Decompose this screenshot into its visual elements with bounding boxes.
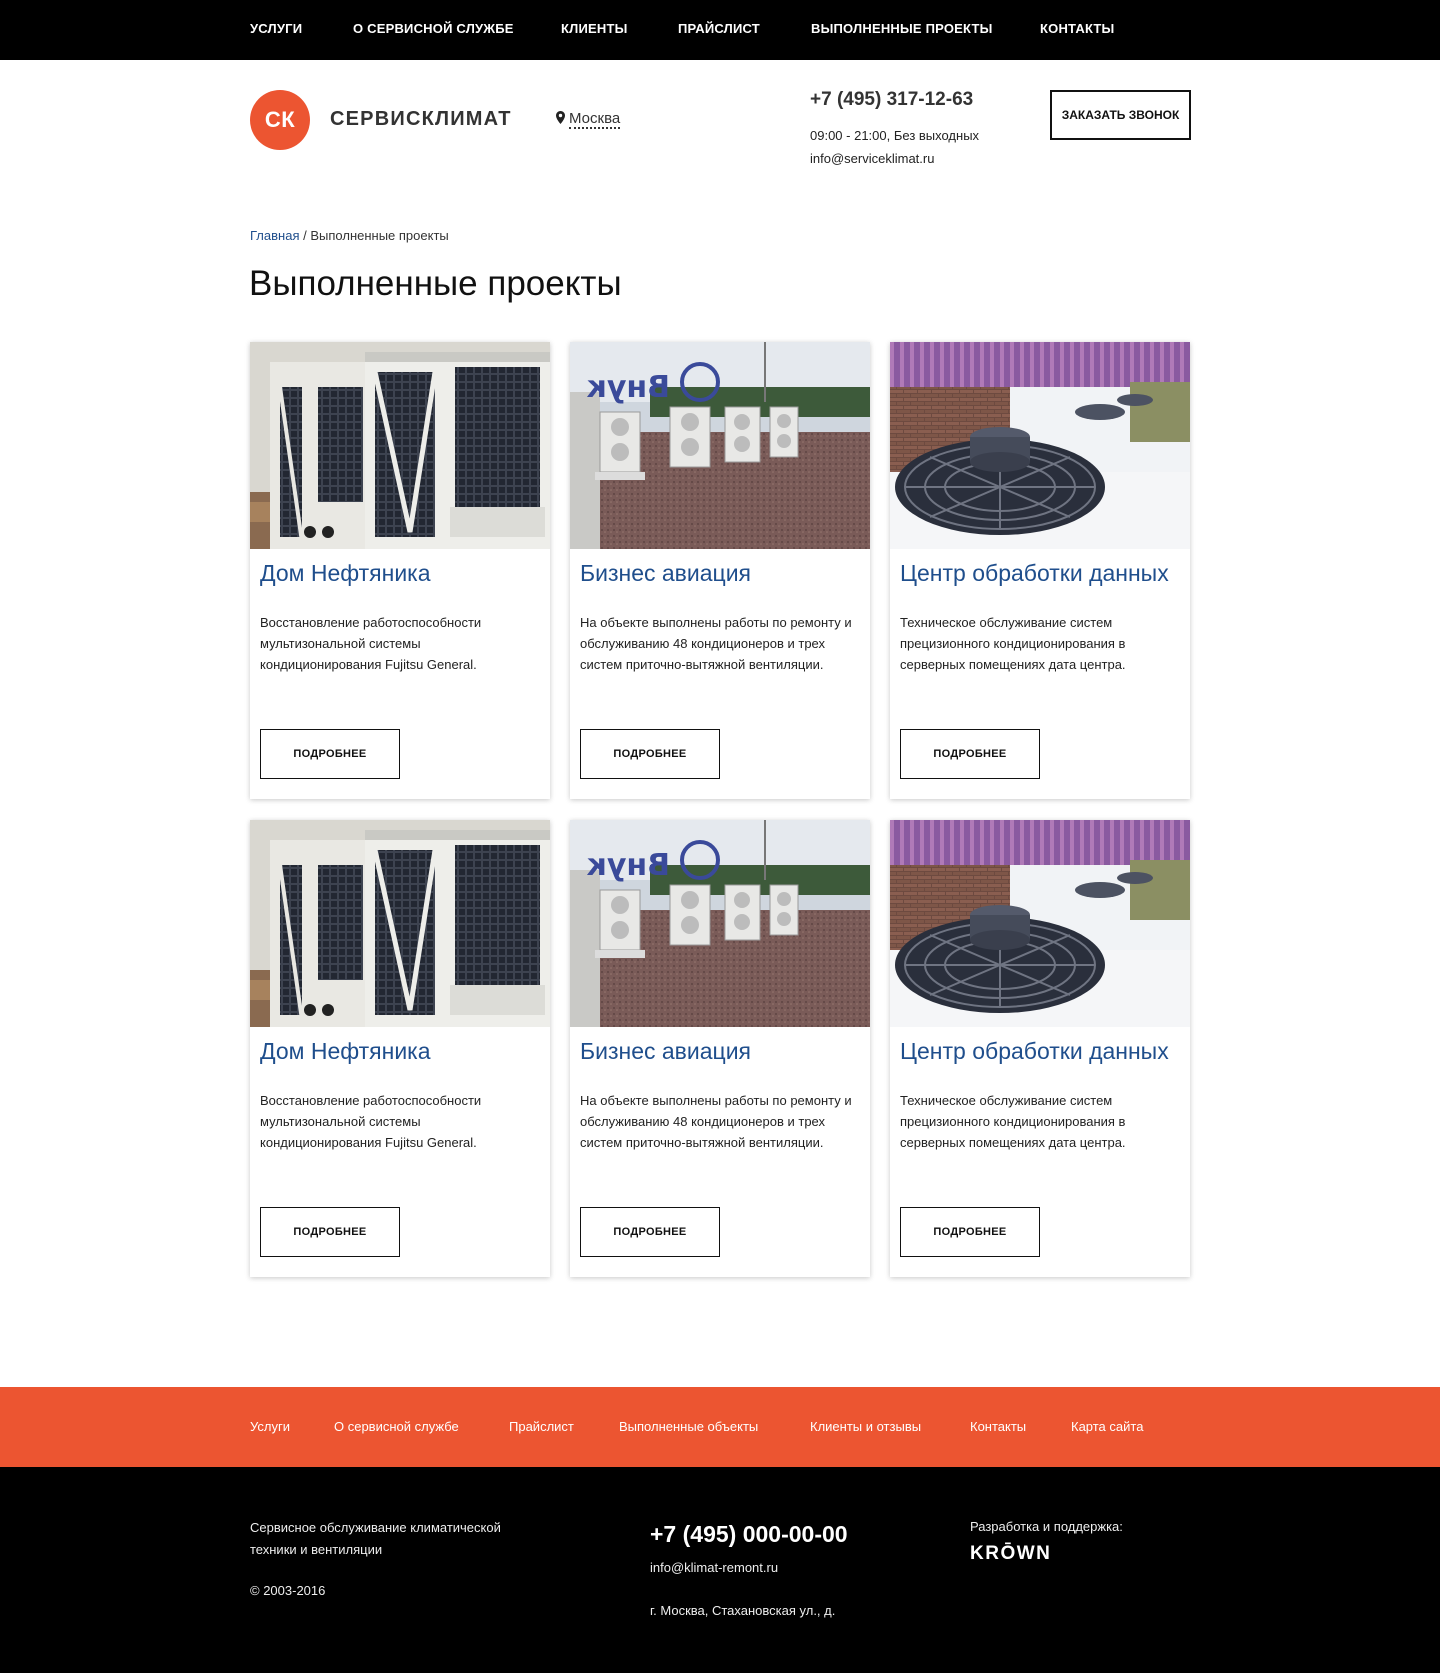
details-button[interactable]: ПОДРОБНЕЕ — [260, 729, 400, 779]
topnav-item-projects[interactable]: ВЫПОЛНЕННЫЕ ПРОЕКТЫ — [811, 21, 993, 36]
footer-link-clients[interactable]: Клиенты и отзывы — [810, 1419, 921, 1434]
details-button[interactable]: ПОДРОБНЕЕ — [900, 729, 1040, 779]
developer-logo[interactable]: KRŌWN — [970, 1543, 1051, 1565]
topnav-item-pricelist[interactable]: ПРАЙСЛИСТ — [678, 21, 760, 36]
project-description: На объекте выполнены работы по ремонту и… — [580, 1093, 852, 1150]
footer-link-pricelist[interactable]: Прайслист — [509, 1419, 574, 1434]
breadcrumb: Главная / Выполненные проекты — [250, 228, 449, 243]
project-description: На объекте выполнены работы по ремонту и… — [580, 615, 852, 672]
project-title[interactable]: Бизнес авиация — [580, 560, 751, 587]
breadcrumb-home-link[interactable]: Главная — [250, 228, 299, 243]
project-card: Центр обработки данных Техническое обслу… — [890, 820, 1190, 1277]
project-image[interactable] — [570, 820, 870, 1027]
project-title[interactable]: Дом Нефтяника — [260, 560, 431, 587]
breadcrumb-separator: / — [303, 228, 307, 243]
header-email[interactable]: info@serviceklimat.ru — [810, 151, 934, 166]
project-description: Восстановление работоспособности мультиз… — [260, 1093, 482, 1150]
working-hours: 09:00 - 21:00, Без выходных — [810, 128, 980, 143]
city-selector[interactable]: Москва — [556, 110, 621, 129]
footer-link-sitemap[interactable]: Карта сайта — [1071, 1419, 1143, 1434]
footer-phone[interactable]: +7 (495) 000-00-00 — [650, 1521, 848, 1548]
breadcrumb-current: Выполненные проекты — [310, 228, 449, 243]
project-title[interactable]: Центр обработки данных — [900, 560, 1169, 587]
details-button[interactable]: ПОДРОБНЕЕ — [260, 1207, 400, 1257]
map-pin-icon — [556, 111, 565, 128]
topnav-item-contacts[interactable]: КОНТАКТЫ — [1040, 21, 1114, 36]
footer-link-contacts[interactable]: Контакты — [970, 1419, 1026, 1434]
details-button[interactable]: ПОДРОБНЕЕ — [900, 1207, 1040, 1257]
project-image[interactable] — [890, 820, 1190, 1027]
page-title: Выполненные проекты — [249, 264, 622, 303]
footer-email[interactable]: info@klimat-remont.ru — [650, 1560, 778, 1575]
project-image[interactable] — [570, 342, 870, 549]
request-call-button[interactable]: ЗАКАЗАТЬ ЗВОНОК — [1050, 90, 1191, 140]
header-phone[interactable]: +7 (495) 317-12-63 — [810, 89, 973, 111]
project-card: Бизнес авиация На объекте выполнены рабо… — [570, 820, 870, 1277]
project-image[interactable] — [250, 342, 550, 549]
details-button[interactable]: ПОДРОБНЕЕ — [580, 729, 720, 779]
footer-copyright: © 2003-2016 — [250, 1583, 326, 1598]
project-card: Дом Нефтяника Восстановление работоспосо… — [250, 342, 550, 799]
topnav-item-clients[interactable]: КЛИЕНТЫ — [561, 21, 628, 36]
city-name[interactable]: Москва — [569, 110, 621, 129]
project-description: Техническое обслуживание систем прецизио… — [900, 1093, 1126, 1150]
project-description: Восстановление работоспособности мультиз… — [260, 615, 482, 672]
footer-link-objects[interactable]: Выполненные объекты — [619, 1419, 758, 1434]
project-card: Дом Нефтяника Восстановление работоспосо… — [250, 820, 550, 1277]
project-image[interactable] — [890, 342, 1190, 549]
footer-navigation: Услуги О сервисной службе Прайслист Выпо… — [0, 1387, 1440, 1467]
footer-description: Сервисное обслуживание климатической тех… — [250, 1520, 501, 1557]
project-title[interactable]: Дом Нефтяника — [260, 1038, 431, 1065]
details-button[interactable]: ПОДРОБНЕЕ — [580, 1207, 720, 1257]
footer: Сервисное обслуживание климатической тех… — [0, 1467, 1440, 1673]
footer-link-services[interactable]: Услуги — [250, 1419, 290, 1434]
developer-label: Разработка и поддержка: — [970, 1519, 1123, 1534]
project-image[interactable] — [250, 820, 550, 1027]
project-description: Техническое обслуживание систем прецизио… — [900, 615, 1126, 672]
top-navigation: УСЛУГИ О СЕРВИСНОЙ СЛУЖБЕ КЛИЕНТЫ ПРАЙСЛ… — [0, 0, 1440, 60]
footer-link-about[interactable]: О сервисной службе — [334, 1419, 459, 1434]
logo-text[interactable]: СЕРВИСКЛИМАТ — [330, 108, 512, 131]
project-title[interactable]: Бизнес авиация — [580, 1038, 751, 1065]
project-title[interactable]: Центр обработки данных — [900, 1038, 1169, 1065]
topnav-item-about[interactable]: О СЕРВИСНОЙ СЛУЖБЕ — [353, 21, 514, 36]
project-card: Центр обработки данных Техническое обслу… — [890, 342, 1190, 799]
project-card: Бизнес авиация На объекте выполнены рабо… — [570, 342, 870, 799]
footer-address: г. Москва, Стахановская ул., д. — [650, 1603, 836, 1618]
topnav-item-services[interactable]: УСЛУГИ — [250, 21, 302, 36]
logo-mark[interactable]: СК — [250, 90, 310, 150]
